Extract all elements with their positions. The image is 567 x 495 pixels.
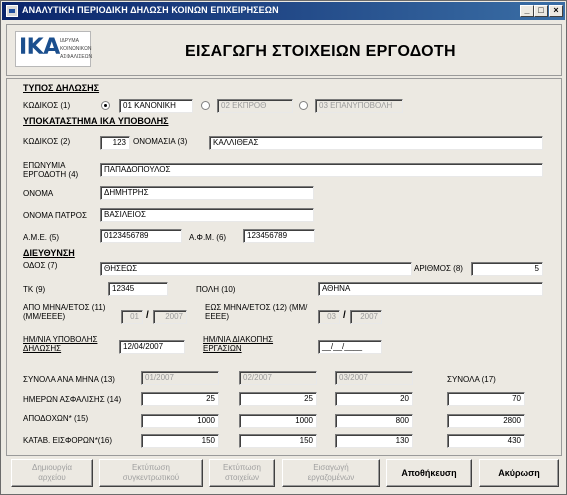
title-bar: ΑΝΑΛΥΤΙΚΗ ΠΕΡΙΟΔΙΚΗ ΔΗΛΩΣΗ ΚΟΙΝΩΝ ΕΠΙΧΕΙ… <box>2 2 565 20</box>
insurance-days-label: ΗΜΕΡΩΝ ΑΣΦΑΛΙΣΗΣ (14) <box>23 395 122 404</box>
logo-subtitle-3: ΑΣΦΑΛΙΣΕΩΝ <box>60 54 93 60</box>
print-data-button[interactable]: Εκτύπωση στοιχείων <box>209 459 275 487</box>
ame-label: Α.Μ.Ε. (5) <box>23 233 60 242</box>
contributions-label: ΚΑΤΑΒ. ΕΙΣΦΟΡΩΝ*(16) <box>23 436 113 445</box>
zip-label: ΤΚ (9) <box>23 285 46 294</box>
month-2-header: 02/2007 <box>239 371 317 385</box>
section-address: ΔΙΕΥΘΥΝΣΗ <box>23 248 75 258</box>
date-separator: / <box>146 310 149 321</box>
month-1-header: 01/2007 <box>141 371 219 385</box>
submission-date-label: ΗΜ/ΝΙΑ ΥΠΟΒΟΛΗΣ ΔΗΛΩΣΗΣ <box>23 335 98 353</box>
totals-label: ΣΥΝΟΛΑ (17) <box>447 375 496 384</box>
street-number-label: ΑΡΙΘΜΟΣ (8) <box>414 264 463 273</box>
contributions-month-3[interactable]: 130 <box>335 434 413 448</box>
street-number-input[interactable]: 5 <box>471 262 543 276</box>
branch-name-label: ΟΝΟΜΑΣΙΑ (3) <box>133 137 188 146</box>
maximize-button[interactable]: □ <box>534 5 548 17</box>
cancel-button[interactable]: Ακύρωση <box>479 459 559 487</box>
earnings-month-3[interactable]: 800 <box>335 414 413 428</box>
father-name-input[interactable]: ΒΑΣΙΛΕΙΟΣ <box>100 208 314 222</box>
submission-date-input[interactable]: 12/04/2007 <box>119 340 185 354</box>
employer-surname-input[interactable]: ΠΑΠΑΔΟΠΟΥΛΟΣ <box>100 163 543 177</box>
first-name-input[interactable]: ΔΗΜΗΤΡΗΣ <box>100 186 314 200</box>
termination-date-label: ΗΜ/ΝΙΑ ΔΙΑΚΟΠΗΣ ΕΡΓΑΣΙΩΝ <box>203 335 274 353</box>
city-label: ΠΟΛΗ (10) <box>196 285 236 294</box>
import-employees-button[interactable]: Εισαγωγή εργαζομένων <box>282 459 380 487</box>
street-input[interactable]: ΘΗΣΕΩΣ <box>100 262 412 276</box>
period-to-year-input[interactable]: 2007 <box>350 310 382 324</box>
branch-code-input[interactable]: 123 <box>100 136 130 150</box>
city-input[interactable]: ΑΘΗΝΑ <box>318 282 543 296</box>
termination-date-input[interactable]: __/__/____ <box>318 340 382 354</box>
totals-per-month-label: ΣΥΝΟΛΑ ΑΝΑ ΜΗΝΑ (13) <box>23 375 115 384</box>
logo-text: ΙΚΑ <box>19 35 60 60</box>
section-branch: ΥΠΟΚΑΤΑΣΤΗΜΑ ΙΚΑ ΥΠΟΒΟΛΗΣ <box>23 116 169 126</box>
period-from-year-input[interactable]: 2007 <box>153 310 187 324</box>
date-separator: / <box>343 310 346 321</box>
zip-input[interactable]: 12345 <box>108 282 168 296</box>
option-normal-field: 01 ΚΑΝΟΝΙΚΗ <box>119 99 193 113</box>
radio-resubmission[interactable] <box>299 101 308 110</box>
period-from-month-input[interactable]: 01 <box>121 310 143 324</box>
declaration-code-label: ΚΩΔΙΚΟΣ (1) <box>23 101 71 110</box>
branch-name-input[interactable]: ΚΑΛΛΙΘΕΑΣ <box>209 136 543 150</box>
contributions-month-2[interactable]: 150 <box>239 434 317 448</box>
logo-subtitle-1: ΙΔΡΥΜΑ <box>60 38 79 44</box>
app-icon <box>6 5 18 17</box>
window-title: ΑΝΑΛΥΤΙΚΗ ΠΕΡΙΟΔΙΚΗ ΔΗΛΩΣΗ ΚΟΙΝΩΝ ΕΠΙΧΕΙ… <box>22 5 279 15</box>
insurance-days-month-1[interactable]: 25 <box>141 392 219 406</box>
print-summary-button[interactable]: Εκτύπωση συγκεντρωτικού <box>99 459 203 487</box>
first-name-label: ΟΝΟΜΑ <box>23 189 54 198</box>
contributions-month-1[interactable]: 150 <box>141 434 219 448</box>
afm-input[interactable]: 123456789 <box>243 229 315 243</box>
period-to-label: ΕΩΣ ΜΗΝΑ/ΕΤΟΣ (12) (ΜΜ/ΕΕΕΕ) <box>205 303 308 321</box>
father-name-label: ΟΝΟΜΑ ΠΑΤΡΟΣ <box>23 211 87 220</box>
option-late-field: 02 ΕΚΠΡΟΘ <box>217 99 293 113</box>
form-header: ΙΚΑ ΙΔΡΥΜΑ ΚΟΙΝΩΝΙΚΩΝ ΑΣΦΑΛΙΣΕΩΝ ΕΙΣΑΓΩΓ… <box>6 24 562 76</box>
ame-input[interactable]: 0123456789 <box>100 229 182 243</box>
logo-subtitle-2: ΚΟΙΝΩΝΙΚΩΝ <box>60 46 92 52</box>
employer-form: ΤΥΠΟΣ ΔΗΛΩΣΗΣ ΚΩΔΙΚΟΣ (1) 01 ΚΑΝΟΝΙΚΗ 02… <box>6 78 562 456</box>
insurance-days-month-2[interactable]: 25 <box>239 392 317 406</box>
insurance-days-month-3[interactable]: 20 <box>335 392 413 406</box>
create-file-button[interactable]: Δημιουργία αρχείου <box>11 459 93 487</box>
insurance-days-total[interactable]: 70 <box>447 392 525 406</box>
earnings-month-1[interactable]: 1000 <box>141 414 219 428</box>
option-resubmission-field: 03 ΕΠΑΝΥΠΟΒΟΛΗ <box>315 99 403 113</box>
period-to-month-input[interactable]: 03 <box>318 310 340 324</box>
close-button[interactable]: × <box>549 5 563 17</box>
application-window: ΑΝΑΛΥΤΙΚΗ ΠΕΡΙΟΔΙΚΗ ΔΗΛΩΣΗ ΚΟΙΝΩΝ ΕΠΙΧΕΙ… <box>0 0 567 495</box>
radio-normal[interactable] <box>101 101 110 110</box>
street-label: ΟΔΟΣ (7) <box>23 261 58 270</box>
afm-label: Α.Φ.Μ. (6) <box>189 233 227 242</box>
earnings-label: ΑΠΟΔΟΧΩΝ* (15) <box>23 414 89 423</box>
ika-logo: ΙΚΑ ΙΔΡΥΜΑ ΚΟΙΝΩΝΙΚΩΝ ΑΣΦΑΛΙΣΕΩΝ <box>15 31 93 67</box>
contributions-total[interactable]: 430 <box>447 434 525 448</box>
branch-code-label: ΚΩΔΙΚΟΣ (2) <box>23 137 71 146</box>
month-3-header: 03/2007 <box>335 371 413 385</box>
section-declaration-type: ΤΥΠΟΣ ΔΗΛΩΣΗΣ <box>23 83 100 93</box>
earnings-total[interactable]: 2800 <box>447 414 525 428</box>
period-from-label: ΑΠΟ ΜΗΝΑ/ΕΤΟΣ (11) (ΜΜ/ΕΕΕΕ) <box>23 303 106 321</box>
earnings-month-2[interactable]: 1000 <box>239 414 317 428</box>
radio-late[interactable] <box>201 101 210 110</box>
employer-surname-label: ΕΠΩΝΥΜΙΑ ΕΡΓΟΔΟΤΗ (4) <box>23 161 79 179</box>
page-title: ΕΙΣΑΓΩΓΗ ΣΤΟΙΧΕΙΩΝ ΕΡΓΟΔΟΤΗ <box>185 43 456 60</box>
minimize-button[interactable]: _ <box>520 5 534 17</box>
save-button[interactable]: Αποθήκευση <box>386 459 472 487</box>
